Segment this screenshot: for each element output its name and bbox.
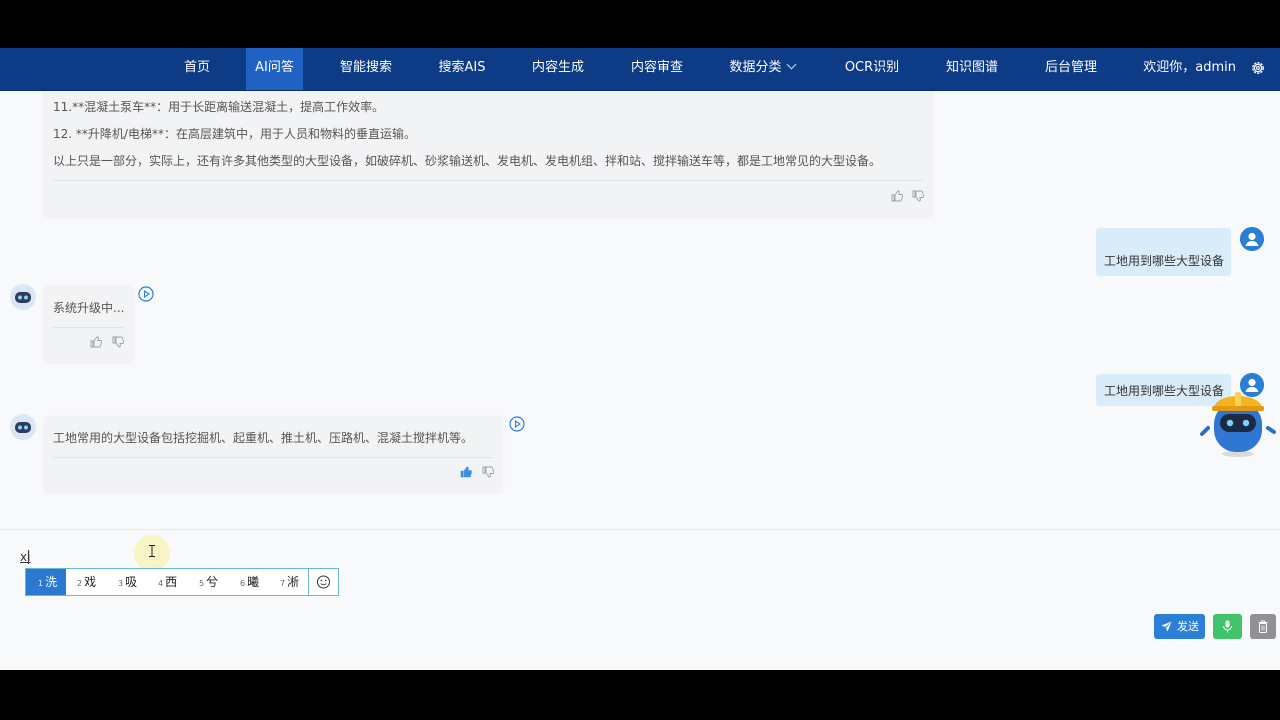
ai-message-bubble: 11.**混凝土泵车**：用于长距离输送混凝土，提高工作效率。 12. **升降… bbox=[44, 90, 932, 216]
ime-candidate-bar: 1洗 2戏 3吸 4西 5兮 6曦 7淅 bbox=[25, 568, 339, 596]
ime-candidate[interactable]: 7淅 bbox=[280, 569, 299, 595]
nav-data-classification[interactable]: 数据分类 bbox=[722, 48, 802, 90]
nav-data-classification-label: 数据分类 bbox=[729, 60, 782, 75]
message-text: 工地常用的大型设备包括挖掘机、起重机、推土机、压路机、混凝土搅拌机等。 bbox=[53, 431, 474, 445]
nav-home[interactable]: 首页 bbox=[172, 48, 222, 90]
message-text: 工地用到哪些大型设备 bbox=[1104, 254, 1225, 268]
ime-candidate[interactable]: 2戏 bbox=[77, 569, 96, 595]
thumbs-down-icon[interactable] bbox=[912, 190, 924, 202]
ime-candidate[interactable]: 5兮 bbox=[199, 569, 218, 595]
nav-knowledge-graph[interactable]: 知识图谱 bbox=[936, 48, 1008, 90]
nav-ai-qa[interactable]: AI问答 bbox=[246, 48, 303, 90]
play-audio-icon[interactable] bbox=[509, 416, 525, 432]
message-input-area[interactable]: xi 1洗 2戏 3吸 4西 5兮 6曦 7淅 发送 bbox=[0, 529, 1280, 670]
ai-avatar bbox=[10, 414, 36, 440]
send-label: 发送 bbox=[1177, 620, 1199, 633]
nav-content-review[interactable]: 内容审查 bbox=[621, 48, 693, 90]
thumbs-up-icon[interactable] bbox=[460, 466, 472, 478]
thumbs-down-icon[interactable] bbox=[112, 336, 124, 348]
nav-admin[interactable]: 后台管理 bbox=[1035, 48, 1107, 90]
divider bbox=[53, 457, 493, 458]
assistant-mascot[interactable] bbox=[1200, 388, 1276, 460]
top-navbar: 首页 AI问答 智能搜索 搜索AIS 内容生成 内容审查 数据分类 OCR识别 … bbox=[0, 48, 1280, 91]
text-cursor-icon bbox=[149, 545, 155, 557]
ime-candidate[interactable]: 1洗 bbox=[26, 569, 66, 595]
nav-smart-search[interactable]: 智能搜索 bbox=[330, 48, 402, 90]
microphone-icon bbox=[1223, 620, 1232, 633]
text-caret bbox=[28, 550, 29, 564]
gear-icon[interactable] bbox=[1250, 60, 1266, 76]
thumbs-up-icon[interactable] bbox=[891, 190, 903, 202]
thumbs-up-icon[interactable] bbox=[90, 336, 102, 348]
message-text: 12. **升降机/电梯**：在高层建筑中，用于人员和物料的垂直运输。 bbox=[53, 127, 416, 141]
play-audio-icon[interactable] bbox=[138, 286, 154, 302]
message-text: 11.**混凝土泵车**：用于长距离输送混凝土，提高工作效率。 bbox=[53, 100, 385, 114]
divider bbox=[53, 327, 124, 328]
ai-message-bubble: 工地常用的大型设备包括挖掘机、起重机、推土机、压路机、混凝土搅拌机等。 bbox=[44, 416, 502, 492]
voice-input-button[interactable] bbox=[1213, 614, 1242, 639]
user-message-bubble: 工地用到哪些大型设备 bbox=[1096, 228, 1231, 276]
ai-avatar bbox=[10, 284, 36, 310]
message-text: 系统升级中... bbox=[53, 301, 125, 315]
clear-chat-button[interactable] bbox=[1250, 614, 1276, 639]
divider bbox=[53, 180, 923, 181]
ai-message-bubble: 系统升级中... bbox=[44, 286, 133, 362]
welcome-user: 欢迎你，admin bbox=[1143, 60, 1236, 75]
message-text: 以上只是一部分，实际上，还有许多其他类型的大型设备，如破碎机、砂浆输送机、发电机… bbox=[53, 154, 882, 168]
nav-content-generation[interactable]: 内容生成 bbox=[522, 48, 594, 90]
chat-area[interactable]: 11.**混凝土泵车**：用于长距离输送混凝土，提高工作效率。 12. **升降… bbox=[0, 90, 1280, 530]
trash-icon bbox=[1258, 620, 1268, 633]
ime-candidate[interactable]: 3吸 bbox=[118, 569, 137, 595]
nav-ocr[interactable]: OCR识别 bbox=[836, 48, 908, 90]
ime-candidate[interactable]: 6曦 bbox=[240, 569, 259, 595]
paper-plane-icon bbox=[1161, 621, 1172, 632]
emoji-icon[interactable] bbox=[308, 569, 338, 595]
ime-candidate[interactable]: 4西 bbox=[158, 569, 177, 595]
send-button[interactable]: 发送 bbox=[1154, 614, 1205, 639]
nav-search-ais[interactable]: 搜索AIS bbox=[430, 48, 494, 90]
user-avatar bbox=[1240, 227, 1264, 251]
thumbs-down-icon[interactable] bbox=[482, 466, 494, 478]
chevron-down-icon bbox=[786, 59, 796, 70]
